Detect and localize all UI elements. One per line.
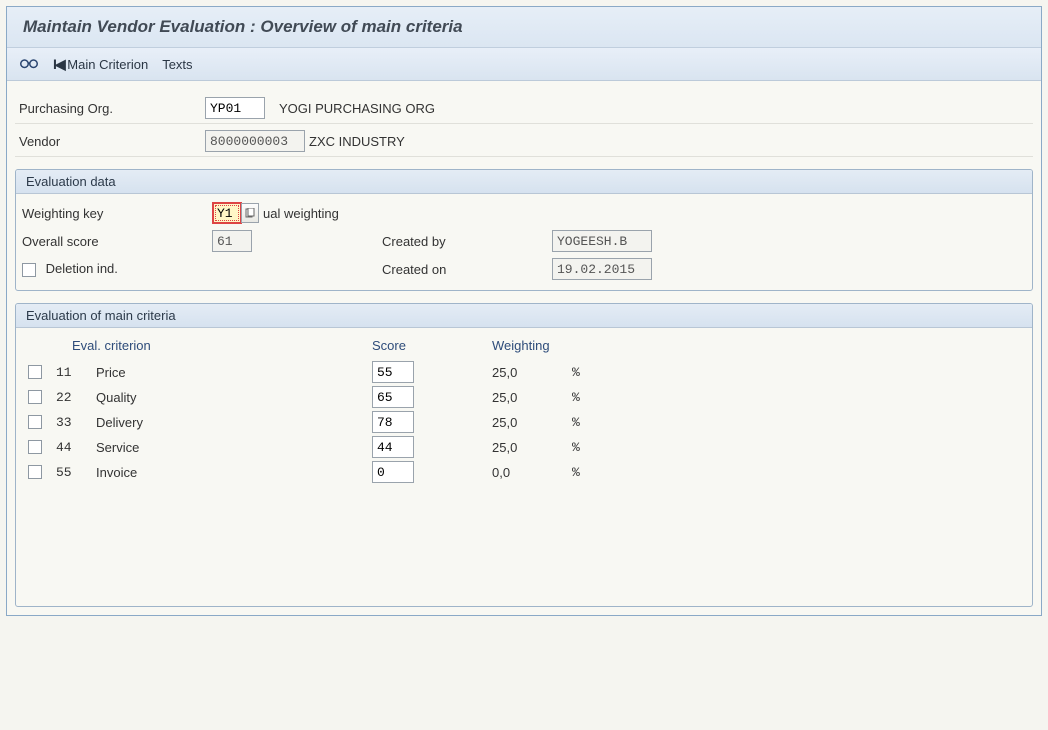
criteria-code: 22 [56,390,96,405]
criteria-code: 11 [56,365,96,380]
criteria-code: 33 [56,415,96,430]
criteria-score-input[interactable] [372,411,414,433]
main-window: Maintain Vendor Evaluation : Overview of… [6,6,1042,616]
col-score: Score [372,338,492,353]
criteria-code: 55 [56,465,96,480]
vendor-row: Vendor ZXC INDUSTRY [15,128,1033,157]
f4-help-button[interactable] [241,203,259,223]
deletion-ind-checkbox[interactable] [22,263,36,277]
content-area: Purchasing Org. YOGI PURCHASING ORG Vend… [7,81,1041,615]
percent-symbol: % [572,440,602,455]
percent-symbol: % [572,365,602,380]
criteria-panel: Evaluation of main criteria Eval. criter… [15,303,1033,607]
page-title: Maintain Vendor Evaluation : Overview of… [7,7,1041,48]
criteria-row-checkbox[interactable] [28,365,42,379]
criteria-name: Service [96,440,372,455]
criteria-row: 33Delivery 25,0% [24,411,1024,433]
criteria-row-checkbox[interactable] [28,465,42,479]
percent-symbol: % [572,415,602,430]
percent-symbol: % [572,465,602,480]
criteria-weight: 0,0 [492,465,572,480]
criteria-row: 55Invoice 0,0% [24,461,1024,483]
criteria-row-checkbox[interactable] [28,415,42,429]
criteria-score-input[interactable] [372,461,414,483]
overall-score-label: Overall score [22,234,212,249]
deletion-ind-row: Deletion ind. [22,261,212,277]
criteria-row: 22Quality 25,0% [24,386,1024,408]
criteria-panel-title: Evaluation of main criteria [16,304,1032,328]
display-icon[interactable] [19,54,39,74]
criteria-weight: 25,0 [492,365,572,380]
created-on-input [552,258,652,280]
weighting-key-input[interactable] [212,202,242,224]
col-weighting: Weighting [492,338,652,353]
first-record-icon: I◀ [53,56,64,72]
created-by-input [552,230,652,252]
created-on-label: Created on [382,262,552,277]
purchasing-org-row: Purchasing Org. YOGI PURCHASING ORG [15,95,1033,124]
criteria-row-checkbox[interactable] [28,440,42,454]
criteria-score-input[interactable] [372,436,414,458]
purchasing-org-input[interactable] [205,97,265,119]
criteria-weight: 25,0 [492,415,572,430]
texts-button[interactable]: Texts [162,57,192,72]
criteria-row: 44Service 25,0% [24,436,1024,458]
criteria-name: Quality [96,390,372,405]
col-eval-criterion: Eval. criterion [72,338,372,353]
criteria-code: 44 [56,440,96,455]
deletion-ind-label: Deletion ind. [46,261,118,276]
toolbar: I◀ Main Criterion Texts [7,48,1041,81]
criteria-score-input[interactable] [372,386,414,408]
created-by-label: Created by [382,234,552,249]
main-criterion-button[interactable]: I◀ Main Criterion [53,56,148,73]
criteria-score-input[interactable] [372,361,414,383]
criteria-rows: 11Price 25,0% 22Quality 25,0% 33Delivery 25,0… [24,361,1024,483]
percent-symbol: % [572,390,602,405]
purchasing-org-desc: YOGI PURCHASING ORG [279,101,435,116]
criteria-row: 11Price 25,0% [24,361,1024,383]
criteria-name: Delivery [96,415,372,430]
evaluation-data-title: Evaluation data [16,170,1032,194]
weighting-key-desc: ual weighting [263,206,339,221]
purchasing-org-label: Purchasing Org. [15,101,205,116]
main-criterion-label: Main Criterion [67,57,148,72]
criteria-name: Price [96,365,372,380]
evaluation-data-panel: Evaluation data Weighting key ual weight… [15,169,1033,291]
criteria-row-checkbox[interactable] [28,390,42,404]
criteria-weight: 25,0 [492,440,572,455]
vendor-desc: ZXC INDUSTRY [309,134,405,149]
vendor-input [205,130,305,152]
criteria-weight: 25,0 [492,390,572,405]
vendor-label: Vendor [15,134,205,149]
weighting-key-label: Weighting key [22,206,212,221]
overall-score-input [212,230,252,252]
criteria-name: Invoice [96,465,372,480]
criteria-headers: Eval. criterion Score Weighting [24,338,1024,353]
